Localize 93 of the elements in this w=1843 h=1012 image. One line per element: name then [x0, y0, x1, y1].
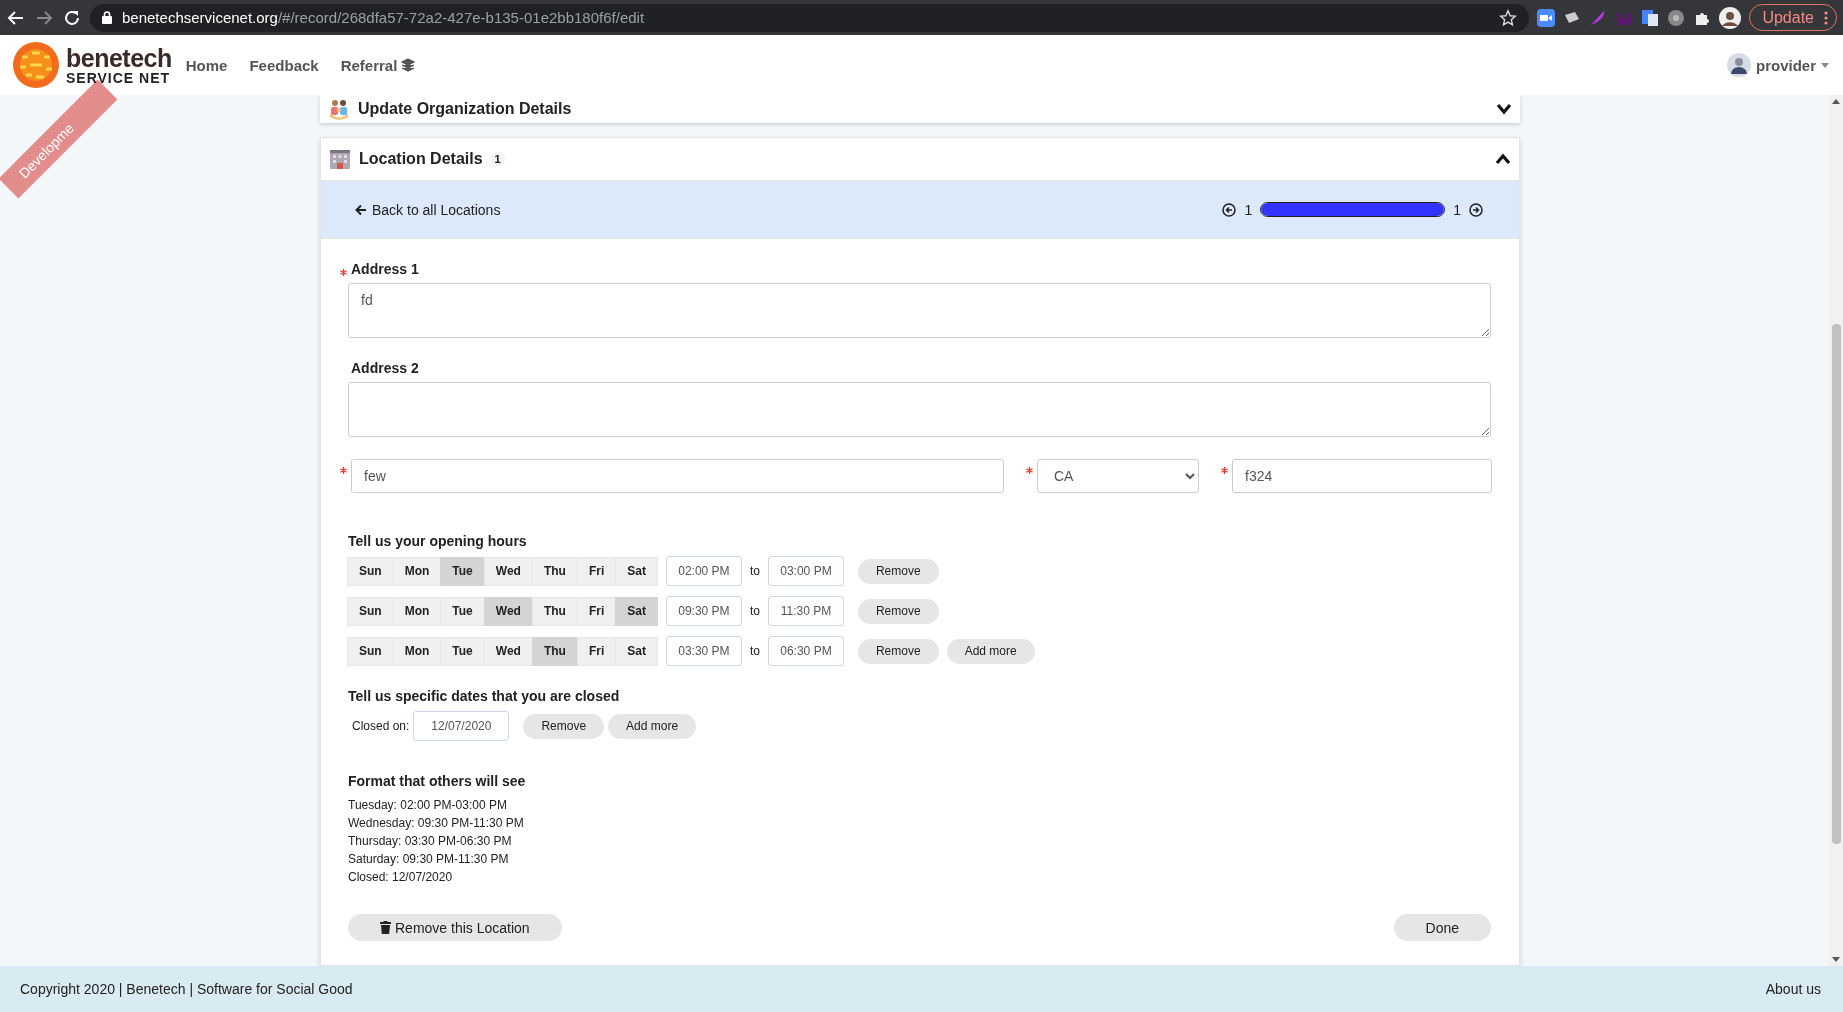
day-toggle[interactable]: Wed [483, 636, 533, 666]
format-line: Wednesday: 09:30 PM-11:30 PM [348, 815, 525, 832]
remove-button[interactable]: Remove [523, 713, 605, 739]
city-field[interactable]: few [351, 459, 1004, 493]
time-field[interactable]: 03:30 PM [665, 636, 742, 666]
format-line: Closed: 12/07/2020 [348, 869, 454, 886]
section-heading: Format that others will see [348, 773, 527, 789]
day-toggle[interactable]: Thu [531, 556, 578, 586]
format-line: Thursday: 03:30 PM-06:30 PM [348, 833, 513, 850]
remove-button[interactable]: Remove [857, 638, 939, 664]
day-toggle[interactable]: Tue [440, 636, 485, 666]
remove-location-button[interactable]: Remove this Location [348, 914, 562, 941]
time-field[interactable]: 11:30 PM [767, 596, 844, 626]
day-toggle[interactable]: Mon [392, 636, 442, 666]
closed-label: Closed on: [352, 719, 410, 733]
panel-title: Update Organization Details [358, 100, 573, 118]
caret-icon [1821, 62, 1829, 68]
nav-link[interactable]: Home [185, 56, 228, 74]
more-icon [1824, 10, 1828, 25]
format-line: Tuesday: 02:00 PM-03:00 PM [348, 797, 508, 814]
day-toggle[interactable]: Sat [615, 556, 658, 586]
day-toggle[interactable]: Wed [483, 596, 533, 626]
to-label: to [749, 564, 760, 578]
chevron-up-icon[interactable] [1495, 153, 1511, 165]
remove-button[interactable]: Remove [857, 598, 939, 624]
day-toggle[interactable]: Thu [531, 596, 578, 626]
to-label: to [749, 604, 760, 618]
next-icon[interactable] [1469, 202, 1483, 217]
day-toggle[interactable]: Sat [615, 636, 658, 666]
layers-icon [401, 58, 416, 72]
address-field[interactable]: fd [348, 283, 1491, 338]
panel-title: Location Details [359, 150, 483, 168]
day-toggle[interactable]: Tue [440, 596, 485, 626]
arrow-left-icon [355, 203, 367, 216]
avatar-icon[interactable] [1719, 6, 1742, 29]
nav-link[interactable]: Referral [340, 56, 416, 74]
add-more-button[interactable]: Add more [946, 638, 1035, 664]
nav-link[interactable]: Feedback [249, 56, 319, 74]
to-label: to [749, 644, 760, 658]
scrollbar[interactable] [1829, 95, 1843, 966]
done-button[interactable]: Done [1393, 914, 1491, 941]
previous-icon[interactable] [1222, 202, 1237, 217]
day-toggle[interactable]: Tue [440, 556, 485, 586]
scroll-down-icon[interactable] [1832, 957, 1840, 962]
day-toggle[interactable]: Thu [531, 636, 578, 666]
lock-icon [102, 11, 112, 24]
time-field[interactable]: 06:30 PM [767, 636, 844, 666]
page-total: 1 [1453, 201, 1461, 218]
day-toggle[interactable]: Fri [576, 596, 617, 626]
people-icon [328, 98, 350, 120]
copyright-text: Copyright 2020 | Benetech | Software for Social Good [20, 981, 353, 997]
day-toggle[interactable]: Sun [347, 636, 394, 666]
section-heading: Tell us your opening hours [348, 533, 528, 549]
time-field[interactable]: 09:30 PM [665, 596, 742, 626]
add-more-button[interactable]: Add more [608, 713, 697, 739]
format-line: Saturday: 09:30 PM-11:30 PM [348, 851, 510, 868]
address-field[interactable] [348, 382, 1491, 437]
chevron-down-icon[interactable] [1496, 103, 1512, 115]
user-name: provider [1756, 56, 1816, 74]
trash-icon [380, 921, 391, 934]
state-select[interactable]: CA [1037, 459, 1199, 493]
scroll-up-icon[interactable] [1832, 99, 1840, 104]
disc-icon[interactable] [1667, 8, 1686, 27]
day-toggle[interactable]: Fri [576, 636, 617, 666]
star-icon[interactable] [1499, 8, 1518, 27]
url-text: benetechservicenet.org/#/record/268dfa57-72a2-427e-b135-01e2bb180f6f/edit [122, 9, 645, 26]
day-toggle[interactable]: Sat [615, 596, 658, 626]
day-toggle[interactable]: Sun [347, 556, 394, 586]
time-field[interactable]: 03:00 PM [767, 556, 844, 586]
day-toggle[interactable]: Fri [576, 556, 617, 586]
remove-button[interactable]: Remove [857, 558, 939, 584]
day-toggle[interactable]: Mon [392, 596, 442, 626]
zip-field[interactable]: f324 [1232, 459, 1492, 493]
logo-title: benetech [66, 45, 172, 71]
address-bar[interactable]: benetechservicenet.org/#/record/268dfa57-72a2-427e-b135-01e2bb180f6f/edit [90, 3, 1530, 32]
building-icon [329, 148, 351, 170]
section-heading: Tell us specific dates that you are closed [348, 688, 621, 704]
date-field[interactable]: 12/07/2020 [413, 711, 510, 741]
document-icon[interactable] [1641, 8, 1660, 27]
day-toggle[interactable]: Wed [483, 556, 533, 586]
video-camera-icon[interactable] [1537, 8, 1556, 27]
field-label: Address 2 [351, 360, 419, 376]
about-link[interactable]: About us [1765, 981, 1821, 997]
avatar-icon [1727, 53, 1751, 77]
field-label: Address 1 [351, 261, 419, 277]
user-menu[interactable]: provider [1727, 53, 1829, 77]
day-toggle[interactable]: Sun [347, 596, 394, 626]
back-link[interactable]: Back to all Locations [355, 201, 501, 218]
page-number: 1 [1244, 201, 1253, 218]
count-badge: 1 [490, 152, 505, 166]
logo-icon [12, 41, 60, 89]
time-field[interactable]: 02:00 PM [665, 556, 742, 586]
day-toggle[interactable]: Mon [392, 556, 442, 586]
